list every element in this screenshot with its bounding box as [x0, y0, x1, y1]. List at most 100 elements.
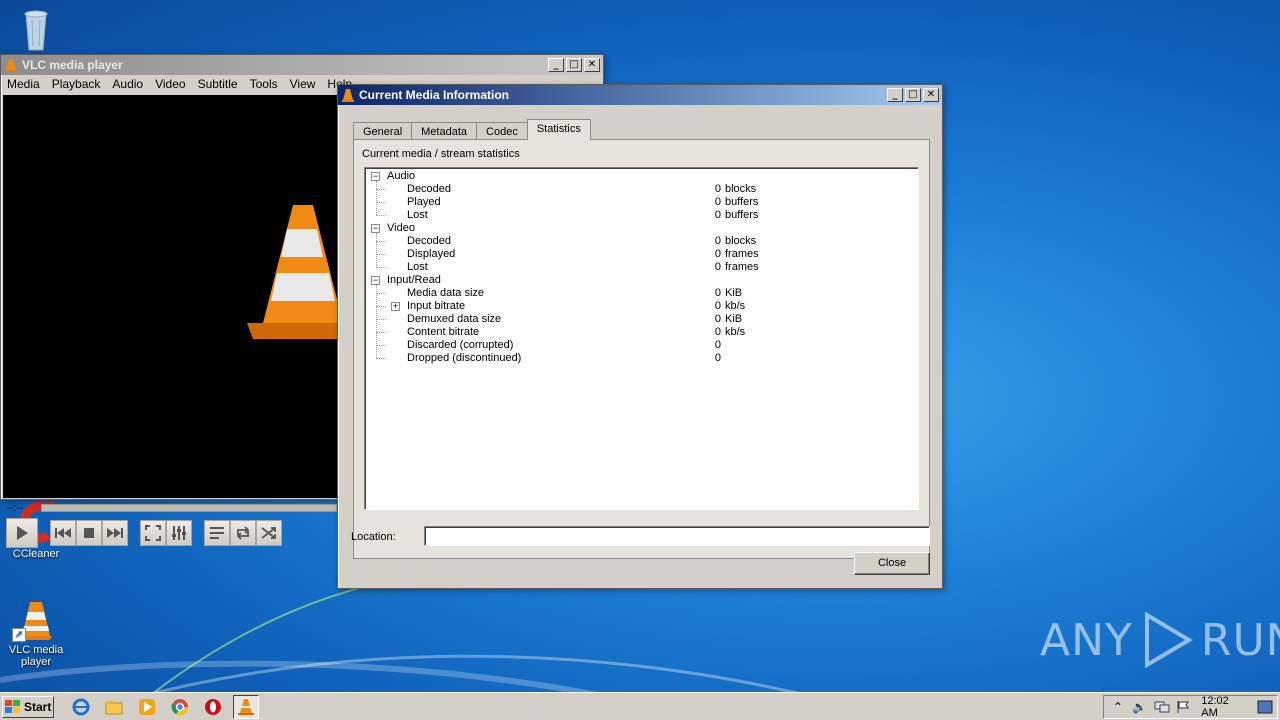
desktop-icon-recycle-bin[interactable] — [0, 4, 72, 54]
playback-controls — [3, 517, 282, 549]
tab-codec[interactable]: Codec — [476, 122, 528, 140]
tab-metadata[interactable]: Metadata — [411, 122, 478, 140]
taskbar-explorer[interactable] — [101, 695, 127, 719]
taskbar-opera[interactable] — [200, 695, 226, 719]
stat-label: Content bitrate — [407, 326, 480, 338]
tree-stat-row[interactable]: Decoded 0 blocks — [365, 235, 918, 248]
minimize-button[interactable]: _ — [548, 58, 564, 72]
tree-stat-row[interactable]: Demuxed data size 0 KiB — [365, 313, 918, 326]
expand-icon[interactable]: + — [391, 302, 400, 311]
action-center-flag-icon[interactable] — [1176, 699, 1192, 715]
menu-video[interactable]: Video — [149, 77, 191, 91]
stat-value: 0 — [714, 209, 721, 221]
vlc-titlebar[interactable]: VLC media player _ □ ✕ — [1, 55, 603, 75]
close-button[interactable]: ✕ — [923, 88, 939, 102]
vlc-cone-icon — [342, 89, 354, 102]
dialog-titlebar[interactable]: Current Media Information _ □ ✕ — [338, 85, 942, 105]
stat-value: 0 — [714, 313, 721, 325]
clock[interactable]: 12:02 AM — [1201, 695, 1247, 719]
shortcut-arrow-icon: ➚ — [12, 628, 26, 642]
show-desktop-icon[interactable] — [1257, 699, 1273, 715]
tree-group-row[interactable]: − Video — [365, 222, 918, 235]
fullscreen-button[interactable] — [140, 520, 166, 546]
minimize-button[interactable]: _ — [887, 88, 903, 102]
maximize-button[interactable]: □ — [905, 88, 921, 102]
extended-settings-icon — [172, 526, 186, 540]
start-label: Start — [24, 699, 52, 714]
stat-value: 0 — [714, 235, 721, 247]
tree-stat-row[interactable]: + Input bitrate 0 kb/s — [365, 300, 918, 313]
start-button[interactable]: Start — [2, 695, 54, 718]
tree-stat-row[interactable]: Lost 0 buffers — [365, 209, 918, 222]
network-icon[interactable] — [1154, 699, 1170, 715]
stat-label: Played — [407, 196, 441, 208]
tree-stat-row[interactable]: Content bitrate 0 kb/s — [365, 326, 918, 339]
stat-label: Decoded — [407, 183, 452, 195]
desktop-icon-label: VLC media player — [8, 644, 64, 668]
tab-general[interactable]: General — [353, 122, 413, 140]
fullscreen-icon — [145, 525, 161, 541]
location-label: Location: — [351, 531, 396, 543]
taskbar-vlc[interactable] — [233, 694, 259, 719]
tree-stat-row[interactable]: Displayed 0 frames — [365, 248, 918, 261]
panel-caption: Current media / stream statistics — [362, 148, 520, 160]
video-area[interactable] — [3, 95, 337, 498]
collapse-icon[interactable]: − — [371, 276, 380, 285]
stat-label: Dropped (discontinued) — [407, 352, 522, 364]
next-icon — [107, 528, 123, 538]
tree-stat-row[interactable]: Media data size 0 KiB — [365, 287, 918, 300]
taskbar-ie[interactable] — [68, 695, 94, 719]
menu-subtitle[interactable]: Subtitle — [192, 77, 244, 91]
tree-stat-row[interactable]: Discarded (corrupted) 0 — [365, 339, 918, 352]
play-button[interactable] — [6, 518, 38, 548]
seek-slider[interactable] — [41, 504, 337, 512]
next-button[interactable] — [102, 520, 128, 546]
statistics-tree[interactable]: − Audio Decoded 0 blocks Played 0 buffers Lost 0 b… — [364, 167, 919, 510]
close-dialog-button[interactable]: Close — [854, 552, 930, 575]
stat-value: 0 — [714, 248, 721, 260]
tree-group-row[interactable]: − Input/Read — [365, 274, 918, 287]
menu-audio[interactable]: Audio — [106, 77, 149, 91]
collapse-icon[interactable]: − — [371, 172, 380, 181]
stat-unit: KiB — [725, 287, 743, 299]
tree-stat-row[interactable]: Dropped (discontinued) 0 — [365, 352, 918, 365]
stat-value: 0 — [714, 352, 721, 364]
tab-statistics[interactable]: Statistics — [526, 119, 591, 140]
menu-view[interactable]: View — [284, 77, 322, 91]
location-input[interactable] — [424, 526, 930, 546]
loop-button[interactable] — [230, 520, 256, 546]
stat-label: Displayed — [407, 248, 456, 260]
extended-settings-button[interactable] — [166, 520, 192, 546]
statistics-panel: Current media / stream statistics − Audio… — [353, 139, 930, 559]
menu-tools[interactable]: Tools — [244, 77, 284, 91]
tree-stat-row[interactable]: Lost 0 frames — [365, 261, 918, 274]
taskbar-chrome[interactable] — [167, 695, 193, 719]
taskbar: Start ⌃ 🔈 12:02 AM — [0, 692, 1280, 720]
collapse-icon[interactable]: − — [371, 224, 380, 233]
playlist-button[interactable] — [204, 520, 230, 546]
random-button[interactable] — [256, 520, 282, 546]
previous-button[interactable] — [50, 520, 76, 546]
tree-group-row[interactable]: − Audio — [365, 170, 918, 183]
stat-value: 0 — [714, 261, 721, 273]
desktop-icon-vlc[interactable]: ➚ VLC media player — [0, 594, 72, 668]
vlc-taskbar-icon — [238, 698, 254, 715]
elapsed-time: --:-- — [7, 502, 24, 514]
stop-button[interactable] — [76, 520, 102, 546]
stat-unit: blocks — [725, 235, 757, 247]
maximize-button[interactable]: □ — [566, 58, 582, 72]
tree-stat-row[interactable]: Played 0 buffers — [365, 196, 918, 209]
menu-playback[interactable]: Playback — [46, 77, 107, 91]
taskbar-media-player[interactable] — [134, 695, 160, 719]
tree-group-label: Video — [387, 222, 415, 234]
menu-media[interactable]: Media — [1, 77, 46, 91]
volume-icon[interactable]: 🔈 — [1132, 699, 1148, 715]
tree-stat-row[interactable]: Decoded 0 blocks — [365, 183, 918, 196]
window-title: VLC media player — [22, 58, 123, 72]
ie-icon — [72, 698, 90, 715]
random-icon — [261, 527, 276, 539]
stat-value: 0 — [714, 339, 721, 351]
close-button[interactable]: ✕ — [584, 58, 600, 72]
tree-group-label: Input/Read — [387, 274, 441, 286]
show-hidden-icons-icon[interactable]: ⌃ — [1110, 699, 1126, 715]
